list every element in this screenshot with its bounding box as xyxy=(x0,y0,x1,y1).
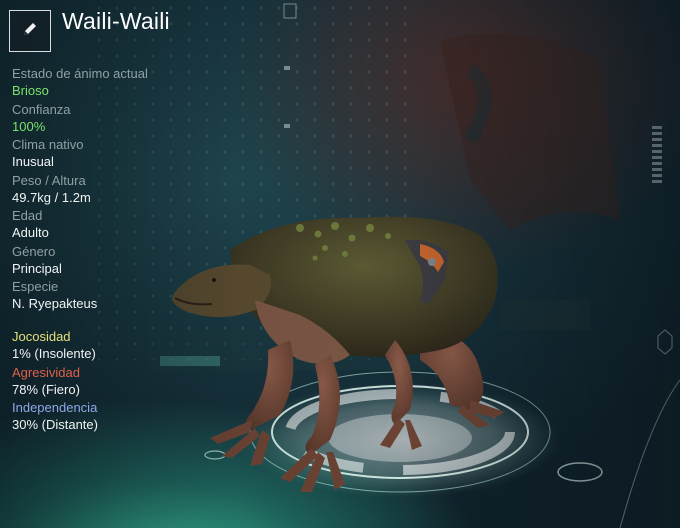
trait-value: 30% (Distante) xyxy=(12,417,98,432)
stat-label: Peso / Altura xyxy=(12,172,86,188)
stat-label: Género xyxy=(12,243,56,259)
trait-value: 1% (Insolente) xyxy=(12,346,96,361)
stat-gender: Género Principal xyxy=(12,244,232,280)
trait-label: Independencia xyxy=(12,400,98,415)
trait-aggression: Agresividad 78% (Fiero) xyxy=(12,365,232,401)
stat-label: Clima nativo xyxy=(12,137,84,152)
stat-age: Edad Adulto xyxy=(12,208,232,244)
creature-stats-panel: Estado de ánimo actual Brioso Confianza … xyxy=(12,66,232,315)
stat-label: Edad xyxy=(12,208,43,223)
stat-value: N. Ryepakteus xyxy=(12,296,98,311)
pencil-icon xyxy=(20,19,40,44)
hex-deco-icon xyxy=(657,329,673,355)
creature-traits-panel: Jocosidad 1% (Insolente) Agresividad 78%… xyxy=(12,329,232,436)
trait-label: Jocosidad xyxy=(12,329,71,344)
stat-value: Principal xyxy=(12,260,62,276)
stat-label: Confianza xyxy=(12,101,71,117)
trait-label: Agresividad xyxy=(12,364,80,380)
stat-label: Estado de ánimo actual xyxy=(12,66,148,81)
stat-value: Brioso xyxy=(12,83,49,98)
stat-label: Especie xyxy=(12,279,59,294)
creature-name: Waili-Waili xyxy=(62,8,170,34)
stat-value: 49.7kg / 1.2m xyxy=(12,189,91,205)
stat-species: Especie N. Ryepakteus xyxy=(12,279,232,315)
trait-value: 78% (Fiero) xyxy=(12,381,80,397)
edit-name-button[interactable] xyxy=(9,10,51,52)
stat-value: Adulto xyxy=(12,225,49,240)
stat-mood: Estado de ánimo actual Brioso xyxy=(12,66,232,102)
trait-playfulness: Jocosidad 1% (Insolente) xyxy=(12,329,232,365)
stat-weight-height: Peso / Altura 49.7kg / 1.2m xyxy=(12,173,232,209)
stat-value: Inusual xyxy=(12,154,54,169)
stat-native-climate: Clima nativo Inusual xyxy=(12,137,232,173)
stat-trust: Confianza 100% xyxy=(12,102,232,138)
trait-independence: Independencia 30% (Distante) xyxy=(12,400,232,436)
stat-value: 100% xyxy=(12,118,46,134)
